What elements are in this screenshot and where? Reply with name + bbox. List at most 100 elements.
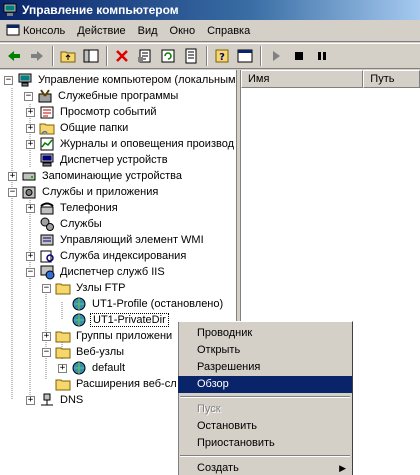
help-button[interactable]: ?: [211, 45, 233, 67]
menu-window-label: Окно: [169, 24, 196, 37]
tree-item-web-extensions[interactable]: Расширения веб-сл: [55, 376, 179, 392]
menu-item-open[interactable]: Открыть: [178, 342, 352, 359]
show-tree-button[interactable]: [80, 45, 102, 67]
menu-item-stop[interactable]: Остановить: [178, 418, 352, 435]
services-apps-icon: [21, 184, 37, 200]
toolbar-separator: [106, 46, 108, 66]
tree-item-logs-alerts[interactable]: + Журналы и оповещения производ: [26, 136, 236, 152]
refresh-button[interactable]: [157, 45, 179, 67]
svg-text:?: ?: [219, 52, 225, 63]
tree-item-label: Управление компьютером (локальным): [38, 74, 237, 86]
delete-button[interactable]: [111, 45, 133, 67]
title-bar: Управление компьютером: [0, 0, 420, 20]
tree-item-storage[interactable]: + Запоминающие устройства: [8, 168, 184, 184]
submenu-arrow-icon: ▶: [339, 463, 346, 473]
web-site-icon: [71, 360, 87, 376]
tree-item-services[interactable]: Службы: [39, 216, 104, 232]
tree-item-root[interactable]: − Управление компьютером (локальным): [4, 72, 237, 88]
toolbar-separator: [206, 46, 208, 66]
show-tree-icon: [83, 49, 99, 63]
menu-item-pause[interactable]: Приостановить: [178, 435, 352, 452]
tree-item-device-manager[interactable]: Диспетчер устройств: [39, 152, 170, 168]
back-button[interactable]: [3, 45, 25, 67]
expand-toggle[interactable]: +: [26, 123, 35, 133]
play-icon: [273, 51, 280, 61]
menu-item-browse[interactable]: Обзор: [178, 376, 352, 393]
tree-item-label: Службы и приложения: [42, 186, 159, 198]
tree-item-iis[interactable]: − Диспетчер служб IIS: [26, 264, 167, 280]
menu-window[interactable]: Окно: [164, 22, 202, 40]
tree-item-telephony[interactable]: + Телефония: [26, 200, 120, 216]
expand-toggle[interactable]: +: [8, 171, 17, 181]
device-manager-icon: [39, 152, 55, 168]
tree-item-label: Общие папки: [60, 122, 129, 134]
console-tree-button[interactable]: [234, 45, 256, 67]
tree-item-app-groups[interactable]: + Группы приложени: [42, 328, 174, 344]
tree-item-ftp-sites[interactable]: − Узлы FTP: [42, 280, 127, 296]
refresh-icon: [161, 49, 175, 63]
tree-item-web-sites[interactable]: − Веб-узлы: [42, 344, 126, 360]
menu-action[interactable]: Действие: [71, 22, 131, 40]
tree-item-label: DNS: [60, 394, 84, 406]
computer-management-icon: [2, 2, 18, 18]
column-header-name[interactable]: Имя: [241, 70, 364, 88]
shared-folder-icon: [39, 120, 55, 136]
menu-help-label: Справка: [207, 24, 251, 37]
expand-toggle[interactable]: +: [26, 251, 35, 261]
collapse-toggle[interactable]: −: [42, 347, 51, 357]
tree-item-wmi[interactable]: Управляющий элемент WMI: [39, 232, 206, 248]
tree-item-label: Служба индексирования: [60, 250, 187, 262]
tree-item-shared-folders[interactable]: + Общие папки: [26, 120, 130, 136]
menu-help[interactable]: Справка: [201, 22, 256, 40]
expand-toggle[interactable]: +: [42, 331, 51, 341]
folder-icon: [55, 280, 71, 296]
menu-item-label: Остановить: [197, 420, 258, 432]
expand-toggle[interactable]: +: [26, 395, 35, 405]
tree-item-ut1-profile[interactable]: UT1-Profile (остановлено): [71, 296, 225, 312]
tree-item-dns[interactable]: + DNS: [26, 392, 85, 408]
expand-toggle[interactable]: +: [26, 203, 35, 213]
menu-item-new[interactable]: Создать ▶: [178, 460, 352, 475]
performance-logs-icon: [39, 136, 55, 152]
menu-console[interactable]: Консоль: [0, 22, 71, 40]
collapse-toggle[interactable]: −: [8, 187, 17, 197]
menu-item-explorer[interactable]: Проводник: [178, 325, 352, 342]
stop-button[interactable]: [288, 45, 310, 67]
toolbar-separator: [260, 46, 262, 66]
tree-item-event-viewer[interactable]: + Просмотр событий: [26, 104, 159, 120]
collapse-toggle[interactable]: −: [4, 75, 13, 85]
dns-icon: [39, 392, 55, 408]
tree-item-ut1-privatedir[interactable]: UT1-PrivateDir: [71, 312, 169, 328]
ftp-site-icon: [71, 296, 87, 312]
properties-button[interactable]: [134, 45, 156, 67]
folder-icon: [55, 376, 71, 392]
expand-toggle[interactable]: +: [26, 107, 35, 117]
tree-item-label: Диспетчер служб IIS: [60, 266, 165, 278]
menu-item-permissions[interactable]: Разрешения: [178, 359, 352, 376]
expand-toggle[interactable]: +: [58, 363, 67, 373]
up-level-button[interactable]: [57, 45, 79, 67]
toolbar-separator: [52, 46, 54, 66]
menu-action-label: Действие: [77, 24, 126, 37]
pause-button[interactable]: [311, 45, 333, 67]
play-button[interactable]: [265, 45, 287, 67]
tree-item-default-site[interactable]: + default: [58, 360, 127, 376]
menu-item-label: Пуск: [197, 403, 221, 415]
tree-item-label: default: [92, 362, 126, 374]
expand-toggle[interactable]: +: [26, 139, 35, 149]
collapse-toggle[interactable]: −: [42, 283, 51, 293]
delete-icon: [116, 50, 128, 62]
tree-item-system-tools[interactable]: − Служебные программы: [24, 88, 180, 104]
tree-item-services-apps[interactable]: − Службы и приложения: [8, 184, 160, 200]
export-button[interactable]: [180, 45, 202, 67]
tree-item-label: Управляющий элемент WMI: [60, 234, 204, 246]
menu-view[interactable]: Вид: [132, 22, 164, 40]
folder-icon: [55, 328, 71, 344]
collapse-toggle[interactable]: −: [26, 267, 35, 277]
ftp-site-icon: [71, 312, 87, 328]
forward-button[interactable]: [26, 45, 48, 67]
tree-item-indexing[interactable]: + Служба индексирования: [26, 248, 188, 264]
collapse-toggle[interactable]: −: [24, 91, 33, 101]
menu-item-label: Разрешения: [197, 361, 261, 373]
column-header-path[interactable]: Путь: [363, 70, 420, 88]
